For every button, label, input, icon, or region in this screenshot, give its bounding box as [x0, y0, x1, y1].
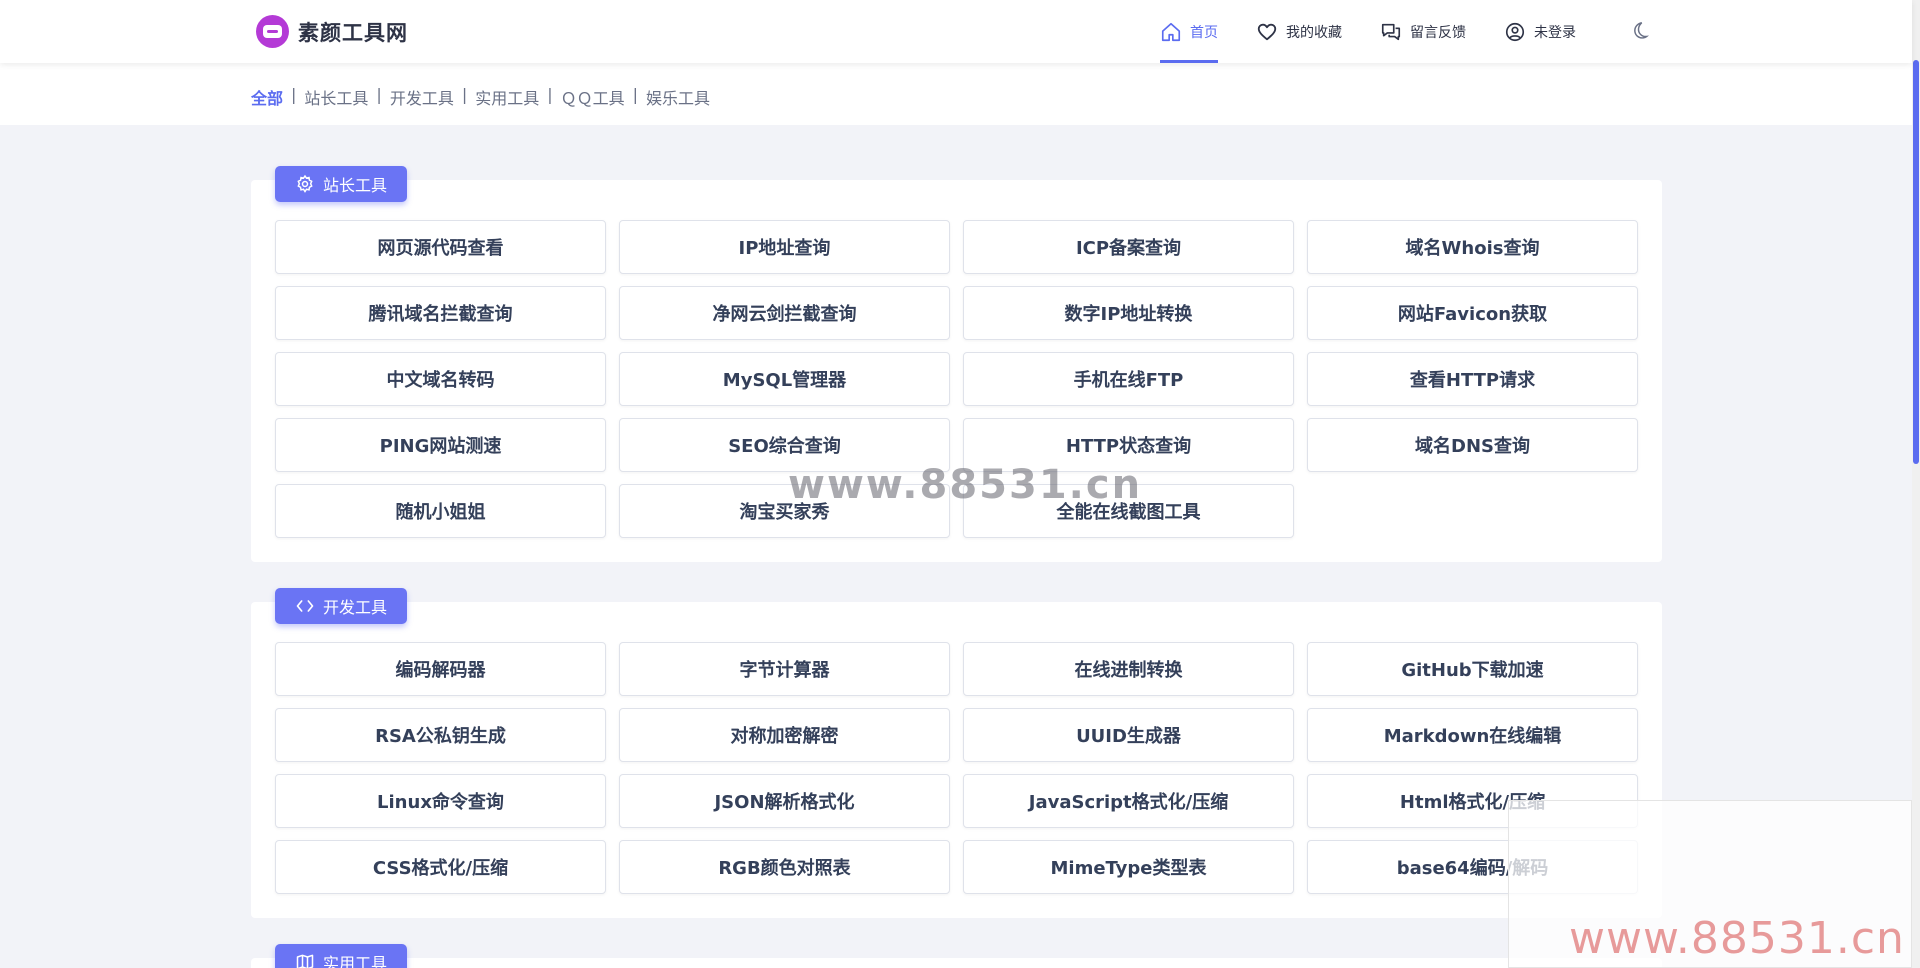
tool-card[interactable]: Markdown在线编辑 [1307, 708, 1638, 762]
watermark-overlay: www.88531.cn [1508, 800, 1912, 968]
scrollbar-thumb[interactable] [1913, 60, 1919, 464]
nav-login[interactable]: 未登录 [1504, 0, 1576, 63]
tool-card[interactable]: 在线进制转换 [963, 642, 1294, 696]
section-utility-tools: 实用工具 [251, 944, 1662, 968]
logo-icon [256, 15, 289, 48]
tool-card[interactable]: 随机小姐姐 [275, 484, 606, 538]
category-separator: | [547, 85, 553, 104]
category-fun[interactable]: 娱乐工具 [646, 85, 710, 109]
tool-card[interactable]: Linux命令查询 [275, 774, 606, 828]
category-separator: | [376, 85, 382, 104]
section-dev-tools: 开发工具 编码解码器 字节计算器 在线进制转换 GitHub下载加速 RSA公私… [251, 588, 1662, 918]
code-icon [296, 600, 314, 612]
tool-card[interactable]: 腾讯域名拦截查询 [275, 286, 606, 340]
nav-home[interactable]: 首页 [1160, 0, 1218, 63]
gear-icon [297, 174, 313, 193]
nav-favorites[interactable]: 我的收藏 [1256, 0, 1342, 63]
tool-card[interactable]: 编码解码器 [275, 642, 606, 696]
category-dev[interactable]: 开发工具 [390, 85, 454, 109]
watermark-text: www.88531.cn [788, 462, 1143, 508]
tool-card[interactable]: JSON解析格式化 [619, 774, 950, 828]
category-all[interactable]: 全部 [251, 85, 283, 109]
tool-card[interactable]: JavaScript格式化/压缩 [963, 774, 1294, 828]
category-bar: 全部 | 站长工具 | 开发工具 | 实用工具 | ＱＱ工具 | 娱乐工具 [0, 63, 1912, 125]
category-separator: | [632, 85, 639, 104]
tool-card[interactable]: 查看HTTP请求 [1307, 352, 1638, 406]
tool-card[interactable]: 域名Whois查询 [1307, 220, 1638, 274]
moon-icon[interactable] [1628, 20, 1650, 42]
nav-login-label: 未登录 [1534, 24, 1576, 41]
tool-grid: 编码解码器 字节计算器 在线进制转换 GitHub下载加速 RSA公私钥生成 对… [275, 642, 1638, 894]
category-utility[interactable]: 实用工具 [475, 85, 539, 109]
tool-card[interactable]: 字节计算器 [619, 642, 950, 696]
category-qq[interactable]: ＱＱ工具 [561, 85, 625, 109]
tool-card[interactable]: 网站Favicon获取 [1307, 286, 1638, 340]
category-list: 全部 | 站长工具 | 开发工具 | 实用工具 | ＱＱ工具 | 娱乐工具 [251, 85, 710, 109]
heart-icon [1257, 23, 1277, 40]
nav-feedback-label: 留言反馈 [1410, 24, 1466, 41]
main-nav: 首页 我的收藏 留言反馈 未登录 [1160, 0, 1614, 63]
section-label-utility: 实用工具 [275, 944, 407, 968]
tool-card[interactable]: IP地址查询 [619, 220, 950, 274]
tool-card[interactable]: GitHub下载加速 [1307, 642, 1638, 696]
chat-icon [1381, 23, 1401, 40]
home-icon [1161, 22, 1181, 41]
tool-card[interactable]: 净网云剑拦截查询 [619, 286, 950, 340]
nav-home-label: 首页 [1190, 24, 1218, 41]
category-webmaster[interactable]: 站长工具 [304, 85, 368, 109]
tool-card[interactable]: MimeType类型表 [963, 840, 1294, 894]
section-title: 开发工具 [322, 598, 387, 617]
tool-card[interactable]: 域名DNS查询 [1307, 418, 1638, 472]
site-logo[interactable]: 素颜工具网 [256, 15, 408, 48]
top-header: 素颜工具网 首页 我的收藏 留言反馈 未登录 [0, 0, 1912, 63]
tool-card[interactable]: RGB颜色对照表 [619, 840, 950, 894]
category-separator: | [291, 85, 297, 104]
tool-card[interactable]: 中文域名转码 [275, 352, 606, 406]
section-title: 站长工具 [322, 176, 387, 195]
tool-card[interactable]: ICP备案查询 [963, 220, 1294, 274]
category-separator: | [461, 85, 468, 104]
tool-card[interactable]: 手机在线FTP [963, 352, 1294, 406]
tool-card[interactable]: 网页源代码查看 [275, 220, 606, 274]
tool-card[interactable]: CSS格式化/压缩 [275, 840, 606, 894]
section-label-webmaster: 站长工具 [275, 166, 407, 202]
map-icon [296, 954, 314, 968]
section-title: 实用工具 [322, 954, 387, 968]
tool-card[interactable]: MySQL管理器 [619, 352, 950, 406]
section-label-dev: 开发工具 [275, 588, 407, 624]
watermark-text: www.88531.cn [1569, 913, 1905, 964]
user-icon [1505, 22, 1525, 41]
page-scrollbar[interactable] [1912, 0, 1920, 968]
nav-favorites-label: 我的收藏 [1286, 24, 1342, 41]
tool-card[interactable]: RSA公私钥生成 [275, 708, 606, 762]
tool-card[interactable]: 数字IP地址转换 [963, 286, 1294, 340]
site-name: 素颜工具网 [298, 20, 408, 45]
tool-card[interactable]: 对称加密解密 [619, 708, 950, 762]
nav-feedback[interactable]: 留言反馈 [1380, 0, 1466, 63]
tool-card[interactable]: UUID生成器 [963, 708, 1294, 762]
tool-card[interactable]: PING网站测速 [275, 418, 606, 472]
